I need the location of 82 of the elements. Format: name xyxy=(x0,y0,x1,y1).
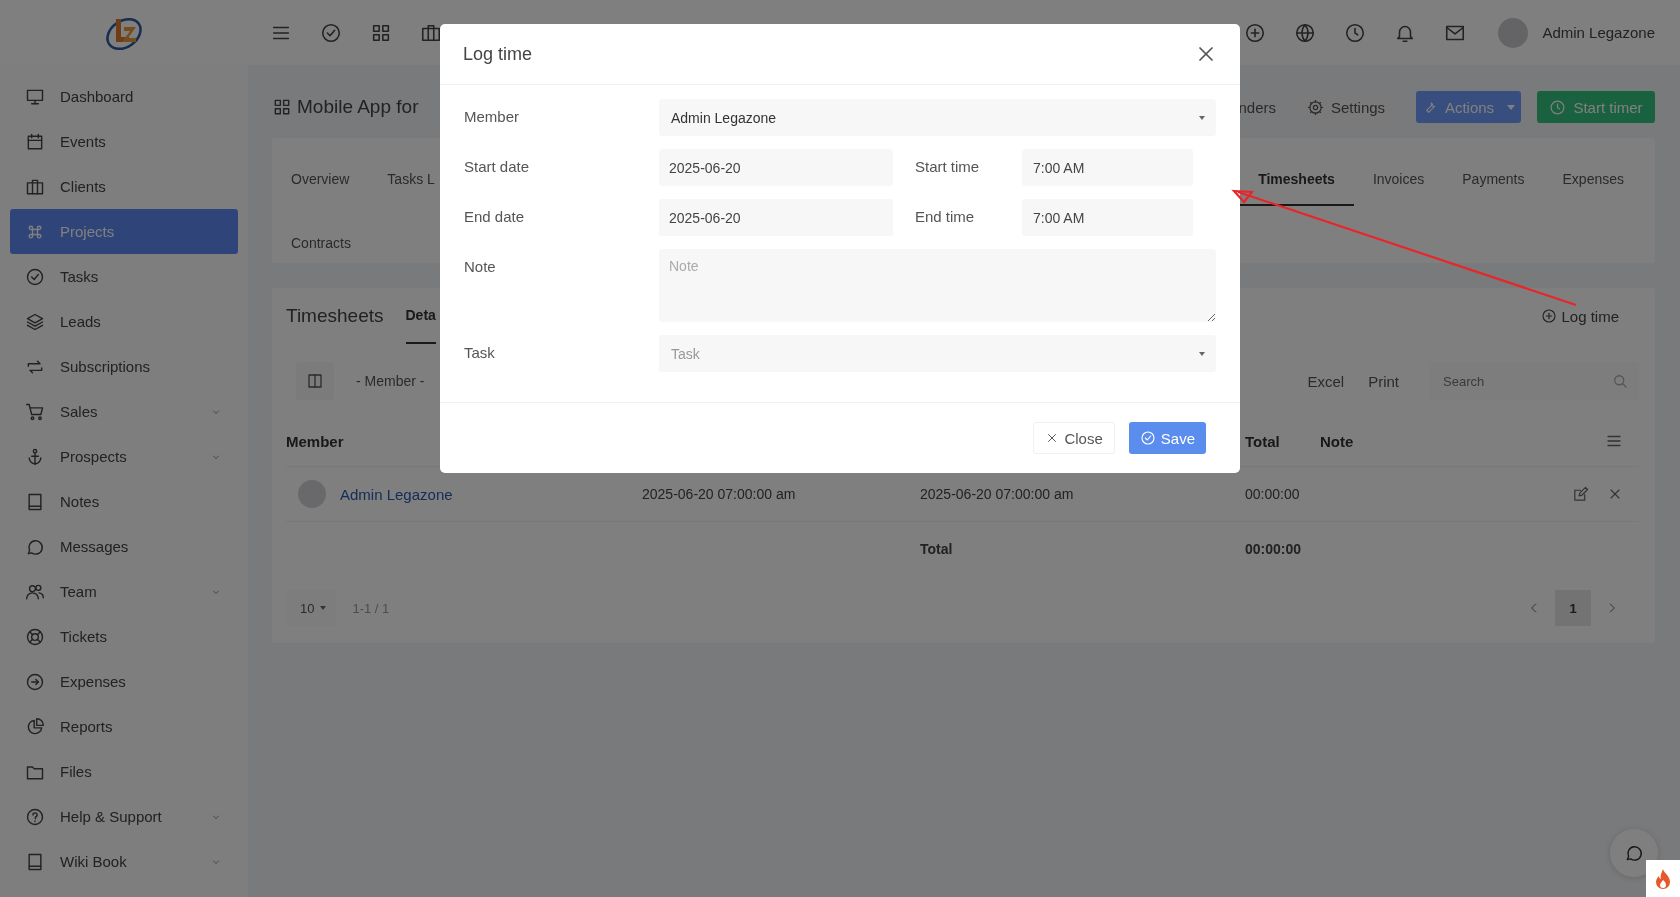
field-label: Member xyxy=(464,107,520,125)
tab[interactable]: Deta xyxy=(405,288,436,344)
member-link[interactable]: Admin Legazone xyxy=(340,485,453,503)
field-label: Start time xyxy=(914,157,981,175)
date-field[interactable]: 2025-06-20 xyxy=(659,199,893,236)
sidebar-item[interactable]: Files xyxy=(10,749,238,794)
grid-icon xyxy=(272,97,292,117)
column-header: Member xyxy=(286,432,345,450)
column-header: Total xyxy=(1245,432,1281,450)
section-title: Timesheets xyxy=(286,305,384,327)
flame-icon xyxy=(1654,867,1672,890)
table-cell-text: 2025-06-20 07:00:00 am xyxy=(920,486,1075,502)
tab[interactable]: Contracts xyxy=(272,206,370,263)
check-circle-icon xyxy=(1139,430,1156,446)
field-label: End date xyxy=(464,207,526,225)
page-button[interactable]: 1 xyxy=(1555,590,1591,626)
sidebar-item[interactable]: Wiki Book xyxy=(10,839,238,884)
select-field[interactable]: Task xyxy=(659,335,1216,372)
chat-button[interactable] xyxy=(1610,829,1658,877)
plus-circle-icon xyxy=(1541,308,1558,324)
sidebar-item[interactable]: Reports xyxy=(10,704,238,749)
note-field[interactable]: Note xyxy=(659,249,1216,322)
gear-icon xyxy=(1306,98,1324,116)
export-button[interactable]: Excel xyxy=(1299,364,1353,398)
field-label: Start date xyxy=(464,157,531,175)
export-button[interactable]: Print xyxy=(1360,364,1407,398)
project-title: Mobile App for xyxy=(297,96,419,118)
clock-icon xyxy=(1549,98,1567,116)
sidebar-item[interactable]: Team xyxy=(10,569,238,614)
sidebar-item[interactable]: Help & Support xyxy=(10,794,238,839)
tab[interactable]: Payments xyxy=(1443,138,1544,206)
actions-button[interactable]: Actions xyxy=(1416,91,1521,123)
table-cell-text: 2025-06-20 07:00:00 am xyxy=(642,486,797,502)
sidebar-item[interactable]: Prospects xyxy=(10,434,238,479)
date-field[interactable]: 2025-06-20 xyxy=(659,149,893,186)
layers-icon xyxy=(25,311,45,332)
dialog-title: Log time xyxy=(463,43,533,65)
sidebar-item[interactable]: Subscriptions xyxy=(10,344,238,389)
member-filter[interactable]: - Member - xyxy=(348,373,433,389)
chat-bubble-icon xyxy=(1624,843,1644,863)
calendar-icon xyxy=(25,131,45,152)
reminders-button[interactable]: nders xyxy=(1238,91,1276,123)
table-cell-text: 00:00:00 xyxy=(1245,486,1301,502)
sidebar-item[interactable]: Tasks xyxy=(10,254,238,299)
columns-icon xyxy=(306,372,324,390)
tab[interactable]: Expenses xyxy=(1543,138,1643,206)
close-button[interactable]: Close xyxy=(1033,422,1115,454)
tab[interactable]: Invoices xyxy=(1353,138,1444,206)
column-header: Note xyxy=(1320,432,1355,450)
sidebar-item[interactable]: Dashboard xyxy=(10,74,238,119)
sidebar-item[interactable]: Expenses xyxy=(10,659,238,704)
flame-badge[interactable] xyxy=(1646,860,1680,897)
sidebar-item[interactable]: Notes xyxy=(10,479,238,524)
total-label: Total xyxy=(920,541,954,557)
save-button[interactable]: Save xyxy=(1128,422,1206,454)
total-value: 00:00:00 xyxy=(1245,541,1303,557)
help-icon xyxy=(25,806,45,827)
cart-icon xyxy=(25,401,45,422)
user-name[interactable]: Admin Legazone xyxy=(1542,24,1655,41)
sidebar-item[interactable]: Leads xyxy=(10,299,238,344)
field-label: Note xyxy=(464,257,497,275)
sidebar-item[interactable]: Sales xyxy=(10,389,238,434)
book-icon xyxy=(25,851,45,872)
search-icon xyxy=(1611,372,1629,390)
pie-chart-icon xyxy=(25,716,45,737)
tab[interactable]: Overview xyxy=(272,138,369,206)
field-label: Task xyxy=(464,343,496,361)
field-label: End time xyxy=(914,207,976,225)
sidebar-item[interactable]: Tickets xyxy=(10,614,238,659)
log-time-link[interactable]: Log time xyxy=(1541,307,1619,325)
check-circle-icon xyxy=(25,266,45,287)
sidebar-item[interactable]: Clients xyxy=(10,164,238,209)
time-field[interactable]: 7:00 AM xyxy=(1022,199,1193,236)
lifebuoy-icon xyxy=(25,626,45,647)
sidebar-item[interactable]: Messages xyxy=(10,524,238,569)
sidebar-item[interactable]: Projects xyxy=(10,209,238,254)
book-icon xyxy=(25,491,45,512)
tab[interactable]: Tasks L xyxy=(368,138,454,206)
columns-button[interactable] xyxy=(296,362,334,400)
select-field[interactable]: Admin Legazone xyxy=(659,99,1216,136)
time-field[interactable]: 7:00 AM xyxy=(1022,149,1193,186)
sidebar-item[interactable]: Events xyxy=(10,119,238,164)
